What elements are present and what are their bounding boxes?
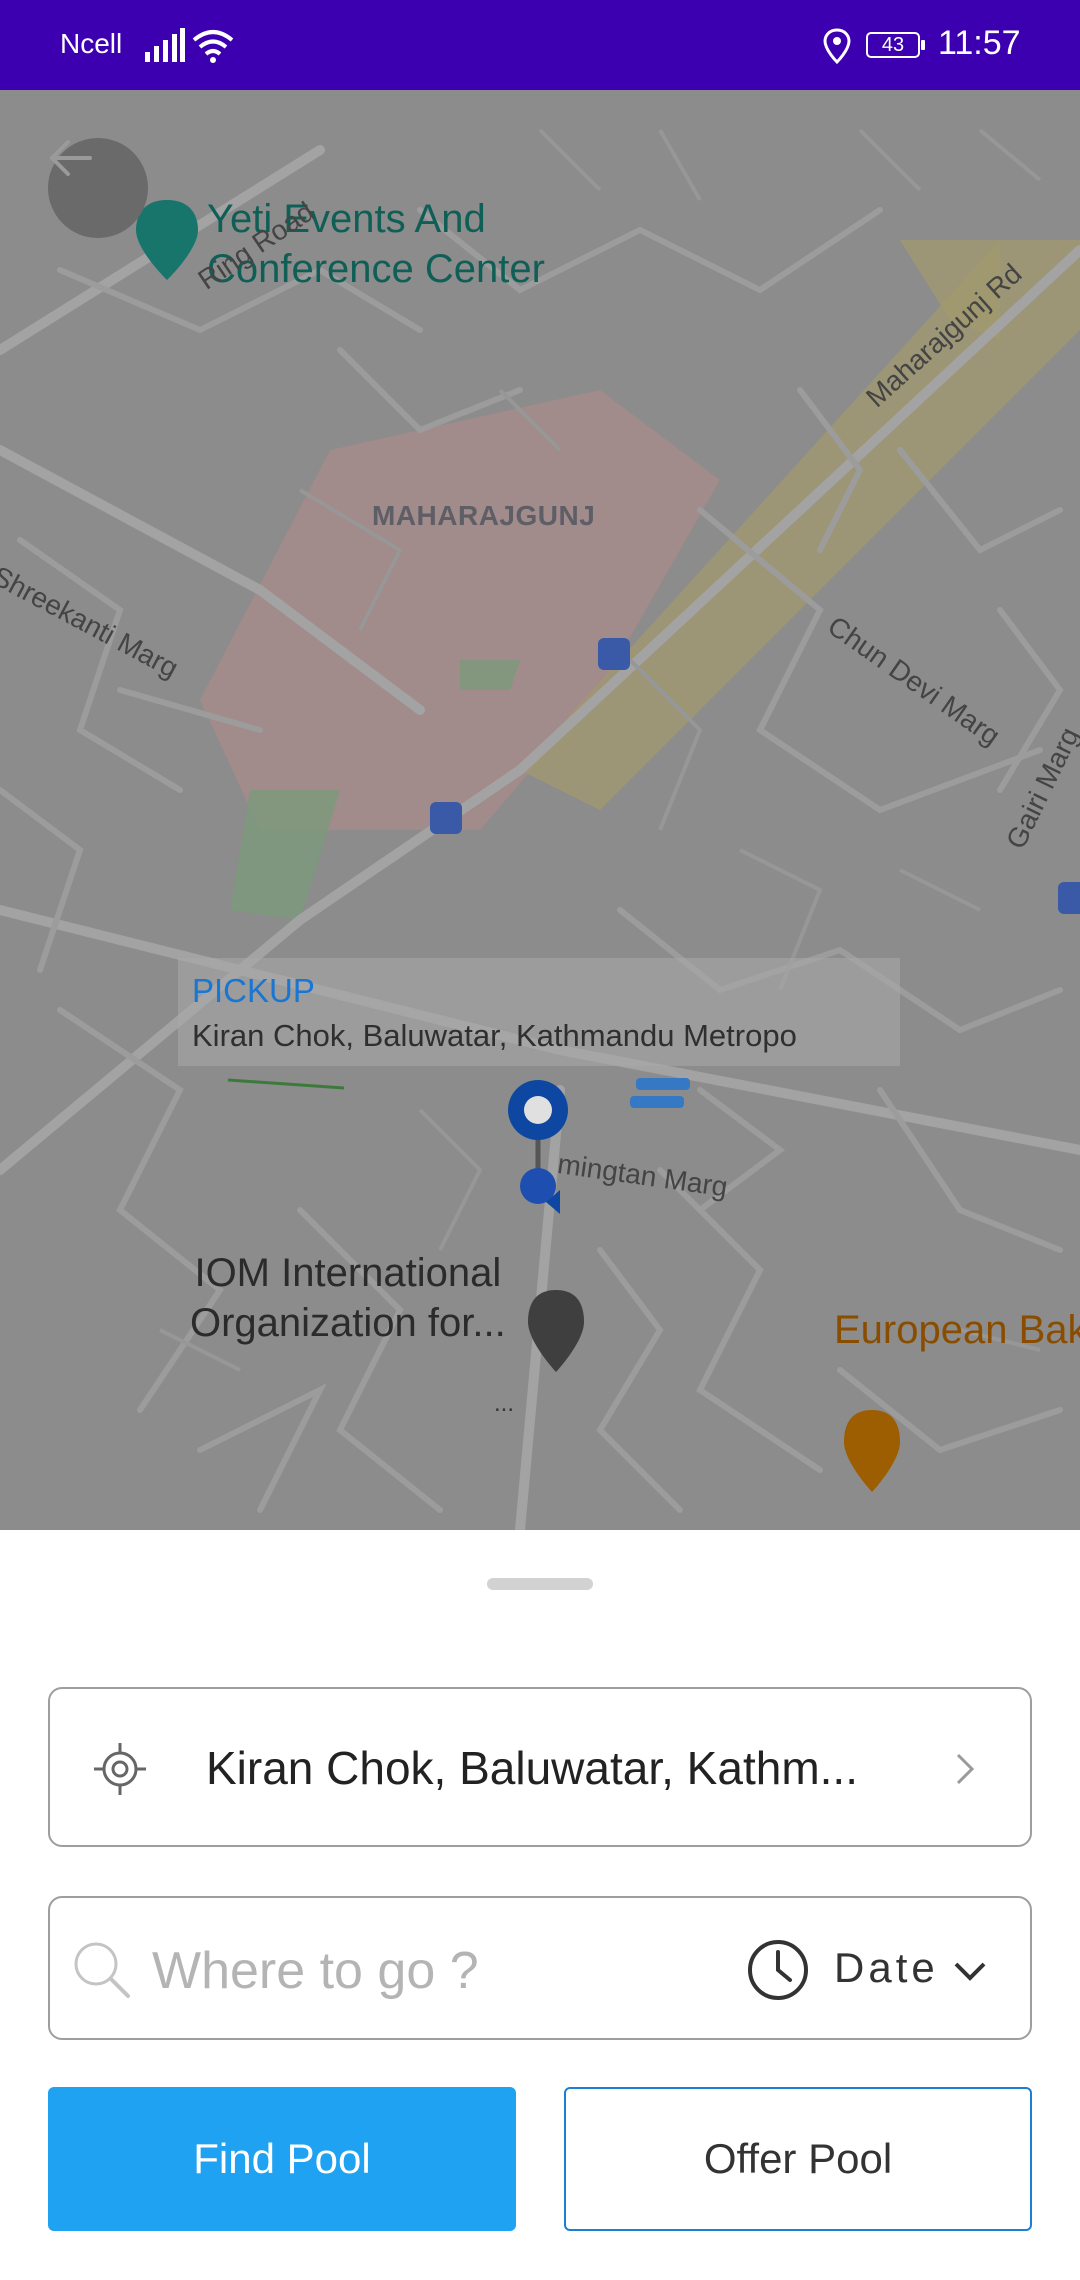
pickup-callout: PICKUP Kiran Chok, Baluwatar, Kathmandu …: [178, 958, 900, 1066]
carrier-label: Ncell: [60, 28, 123, 59]
pickup-address: Kiran Chok, Baluwatar, Kathmandu Metropo: [192, 1018, 797, 1053]
search-icon: [74, 1942, 130, 1998]
crosshair-icon: [94, 1743, 146, 1795]
chevron-down-icon[interactable]: [952, 1958, 988, 1986]
area-label: MAHARAJGUNJ: [372, 500, 596, 531]
map-ellipsis: ...: [494, 1390, 515, 1417]
clock: 11:57: [938, 24, 1021, 62]
status-bar: Ncell 43 11:57: [0, 0, 1080, 90]
location-icon: [823, 28, 851, 64]
destination-field: Date: [48, 1896, 1032, 2040]
poi-iom-line1: IOM International: [194, 1251, 502, 1295]
arrow-left-icon: [49, 140, 92, 176]
clock-icon[interactable]: [746, 1938, 810, 2002]
poi-european-bakery[interactable]: European Bak: [834, 1308, 1080, 1353]
back-button[interactable]: [48, 138, 148, 238]
pickup-title: PICKUP: [192, 972, 315, 1009]
bottom-sheet: Kiran Chok, Baluwatar, Kathm... Date Fin…: [0, 1530, 1080, 2280]
chevron-right-icon: [956, 1753, 975, 1785]
pickup-location-field[interactable]: Kiran Chok, Baluwatar, Kathm...: [48, 1687, 1032, 1847]
find-pool-button[interactable]: Find Pool: [48, 2087, 516, 2231]
map-view[interactable]: Yeti Events And Conference Center Ring R…: [0, 90, 1080, 1530]
battery-indicator: 43: [866, 32, 925, 58]
signal-icon: [145, 28, 185, 62]
poi-iom[interactable]: IOM International Organization for...: [190, 1248, 506, 1348]
pickup-location-value: Kiran Chok, Baluwatar, Kathm...: [206, 1742, 858, 1794]
poi-iom-line2: Organization for...: [190, 1301, 506, 1345]
offer-pool-button[interactable]: Offer Pool: [564, 2087, 1032, 2231]
drag-handle[interactable]: [487, 1578, 593, 1590]
destination-input[interactable]: [150, 1934, 734, 2008]
wifi-icon: [192, 30, 234, 63]
date-selector[interactable]: Date: [834, 1944, 939, 1992]
